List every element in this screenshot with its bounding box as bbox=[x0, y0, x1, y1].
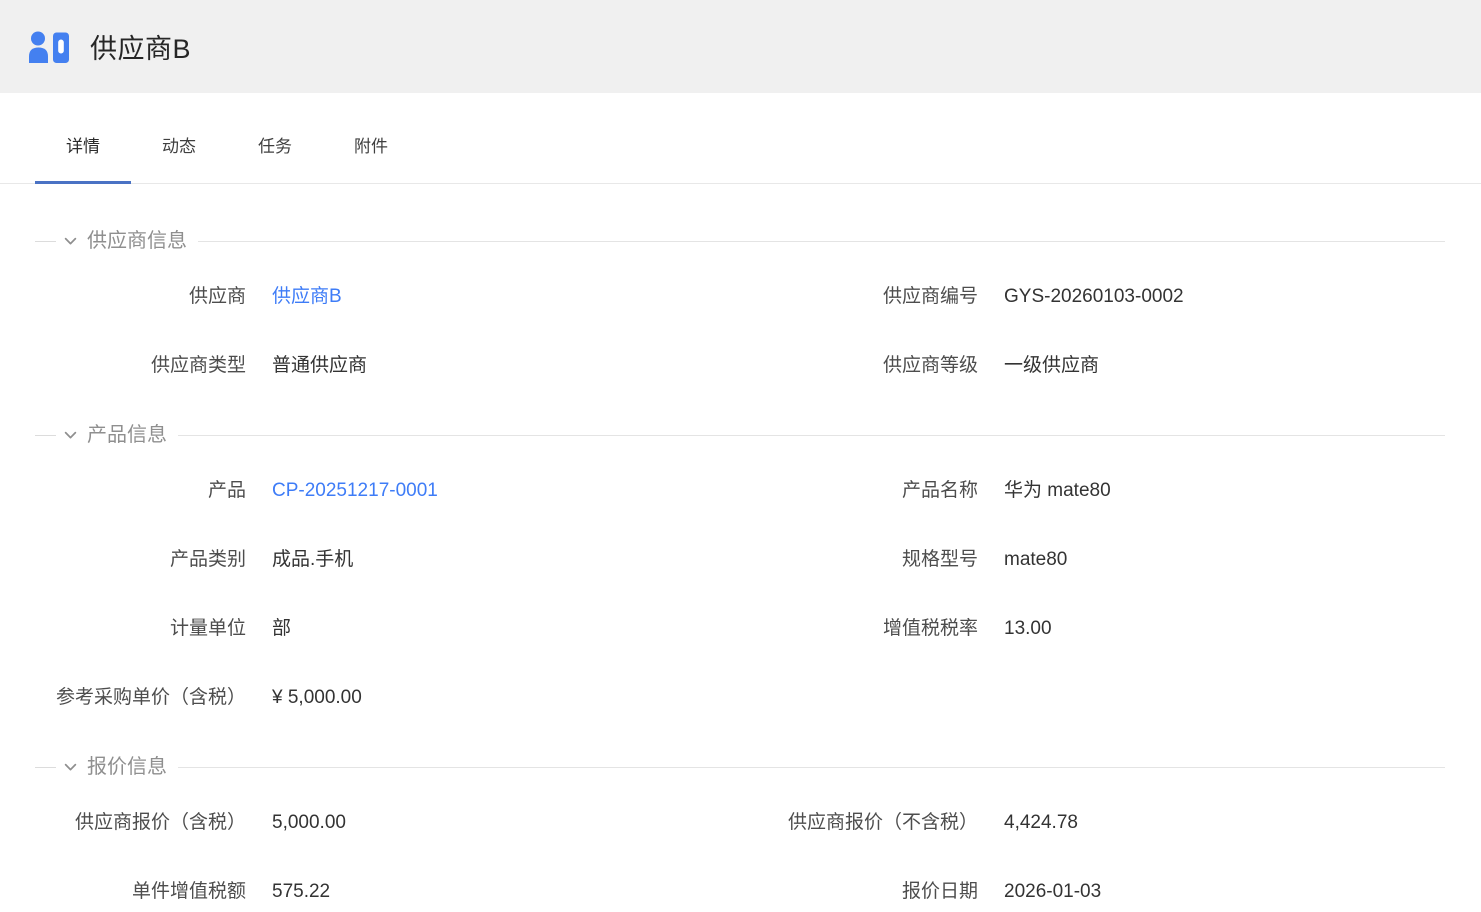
tab-detail[interactable]: 详情 bbox=[35, 93, 131, 183]
section-supplier-info: 供应商信息 供应商 供应商B 供应商编号 GYS-20260103-0002 供… bbox=[35, 228, 1445, 379]
header-bar: 供应商B bbox=[0, 0, 1481, 93]
field-spec-model: 规格型号 mate80 bbox=[740, 547, 1445, 573]
field-row: 计量单位 部 增值税税率 13.00 bbox=[35, 616, 1445, 642]
chevron-down-icon bbox=[63, 760, 78, 775]
section-left-line bbox=[35, 241, 56, 242]
section-title: 供应商信息 bbox=[87, 228, 187, 254]
field-row: 产品类别 成品.手机 规格型号 mate80 bbox=[35, 547, 1445, 573]
link-product[interactable]: CP-20251217-0001 bbox=[272, 478, 438, 504]
field-row: 参考采购单价（含税） ¥ 5,000.00 bbox=[35, 685, 1445, 711]
tab-label: 详情 bbox=[66, 137, 100, 156]
field-label: 供应商类型 bbox=[35, 353, 246, 379]
field-value: 部 bbox=[272, 616, 291, 642]
field-value: GYS-20260103-0002 bbox=[1004, 284, 1184, 310]
chevron-down-icon bbox=[63, 234, 78, 249]
supplier-contact-icon bbox=[27, 31, 73, 63]
section-left-line bbox=[35, 767, 56, 768]
section-header[interactable]: 产品信息 bbox=[35, 422, 1445, 448]
field-value: 5,000.00 bbox=[272, 810, 346, 836]
link-supplier[interactable]: 供应商B bbox=[272, 284, 342, 310]
section-title: 产品信息 bbox=[87, 422, 167, 448]
tab-tasks[interactable]: 任务 bbox=[227, 93, 323, 183]
field-label: 供应商 bbox=[35, 284, 246, 310]
field-label: 供应商报价（不含税） bbox=[740, 810, 978, 836]
detail-content: 供应商信息 供应商 供应商B 供应商编号 GYS-20260103-0002 供… bbox=[0, 184, 1481, 905]
tab-label: 附件 bbox=[354, 137, 388, 156]
section-title: 报价信息 bbox=[87, 754, 167, 780]
section-product-info: 产品信息 产品 CP-20251217-0001 产品名称 华为 mate80 … bbox=[35, 422, 1445, 711]
tab-label: 任务 bbox=[258, 137, 292, 156]
tab-bar: 详情 动态 任务 附件 bbox=[0, 93, 1481, 184]
field-label: 供应商等级 bbox=[740, 353, 978, 379]
chevron-down-icon bbox=[63, 428, 78, 443]
field-ref-purchase-price-incl-tax: 参考采购单价（含税） ¥ 5,000.00 bbox=[35, 685, 740, 711]
field-value: 华为 mate80 bbox=[1004, 478, 1111, 504]
section-left-line bbox=[35, 435, 56, 436]
field-label: 产品类别 bbox=[35, 547, 246, 573]
field-value: 575.22 bbox=[272, 879, 330, 905]
field-row: 供应商 供应商B 供应商编号 GYS-20260103-0002 bbox=[35, 284, 1445, 310]
field-label: 参考采购单价（含税） bbox=[35, 685, 246, 711]
section-quote-info: 报价信息 供应商报价（含税） 5,000.00 供应商报价（不含税） 4,424… bbox=[35, 754, 1445, 905]
field-row: 供应商类型 普通供应商 供应商等级 一级供应商 bbox=[35, 353, 1445, 379]
field-row: 产品 CP-20251217-0001 产品名称 华为 mate80 bbox=[35, 478, 1445, 504]
field-quote-date: 报价日期 2026-01-03 bbox=[740, 879, 1445, 905]
field-supplier-no: 供应商编号 GYS-20260103-0002 bbox=[740, 284, 1445, 310]
field-unit-vat-amount: 单件增值税额 575.22 bbox=[35, 879, 740, 905]
field-supplier-quote-incl-tax: 供应商报价（含税） 5,000.00 bbox=[35, 810, 740, 836]
field-value: 一级供应商 bbox=[1004, 353, 1099, 379]
field-label: 报价日期 bbox=[740, 879, 978, 905]
field-supplier: 供应商 供应商B bbox=[35, 284, 740, 310]
field-label: 产品名称 bbox=[740, 478, 978, 504]
field-product: 产品 CP-20251217-0001 bbox=[35, 478, 740, 504]
field-supplier-type: 供应商类型 普通供应商 bbox=[35, 353, 740, 379]
section-rows: 产品 CP-20251217-0001 产品名称 华为 mate80 产品类别 … bbox=[35, 478, 1445, 711]
field-label: 供应商报价（含税） bbox=[35, 810, 246, 836]
field-value: 普通供应商 bbox=[272, 353, 367, 379]
section-rows: 供应商 供应商B 供应商编号 GYS-20260103-0002 供应商类型 普… bbox=[35, 284, 1445, 379]
tab-label: 动态 bbox=[162, 137, 196, 156]
section-right-line bbox=[178, 435, 1445, 436]
field-value: 成品.手机 bbox=[272, 547, 353, 573]
field-product-category: 产品类别 成品.手机 bbox=[35, 547, 740, 573]
field-value: 4,424.78 bbox=[1004, 810, 1078, 836]
page-title: 供应商B bbox=[90, 27, 191, 66]
field-label: 产品 bbox=[35, 478, 246, 504]
field-value: mate80 bbox=[1004, 547, 1067, 573]
section-header[interactable]: 报价信息 bbox=[35, 754, 1445, 780]
field-supplier-quote-excl-tax: 供应商报价（不含税） 4,424.78 bbox=[740, 810, 1445, 836]
field-value: 13.00 bbox=[1004, 616, 1052, 642]
field-label: 单件增值税额 bbox=[35, 879, 246, 905]
supplier-detail-page: 供应商B 详情 动态 任务 附件 供应商信息 供应商 供应商B 供应商编号 GY… bbox=[0, 0, 1481, 905]
tab-activity[interactable]: 动态 bbox=[131, 93, 227, 183]
field-label: 增值税税率 bbox=[740, 616, 978, 642]
section-right-line bbox=[198, 241, 1445, 242]
tab-attachments[interactable]: 附件 bbox=[323, 93, 419, 183]
field-label: 供应商编号 bbox=[740, 284, 978, 310]
field-supplier-level: 供应商等级 一级供应商 bbox=[740, 353, 1445, 379]
section-header[interactable]: 供应商信息 bbox=[35, 228, 1445, 254]
field-vat-rate: 增值税税率 13.00 bbox=[740, 616, 1445, 642]
section-rows: 供应商报价（含税） 5,000.00 供应商报价（不含税） 4,424.78 单… bbox=[35, 810, 1445, 905]
field-row: 供应商报价（含税） 5,000.00 供应商报价（不含税） 4,424.78 bbox=[35, 810, 1445, 836]
field-value: ¥ 5,000.00 bbox=[272, 685, 362, 711]
field-product-name: 产品名称 华为 mate80 bbox=[740, 478, 1445, 504]
field-row: 单件增值税额 575.22 报价日期 2026-01-03 bbox=[35, 879, 1445, 905]
section-right-line bbox=[178, 767, 1445, 768]
field-label: 计量单位 bbox=[35, 616, 246, 642]
field-label: 规格型号 bbox=[740, 547, 978, 573]
field-unit: 计量单位 部 bbox=[35, 616, 740, 642]
field-value: 2026-01-03 bbox=[1004, 879, 1101, 905]
